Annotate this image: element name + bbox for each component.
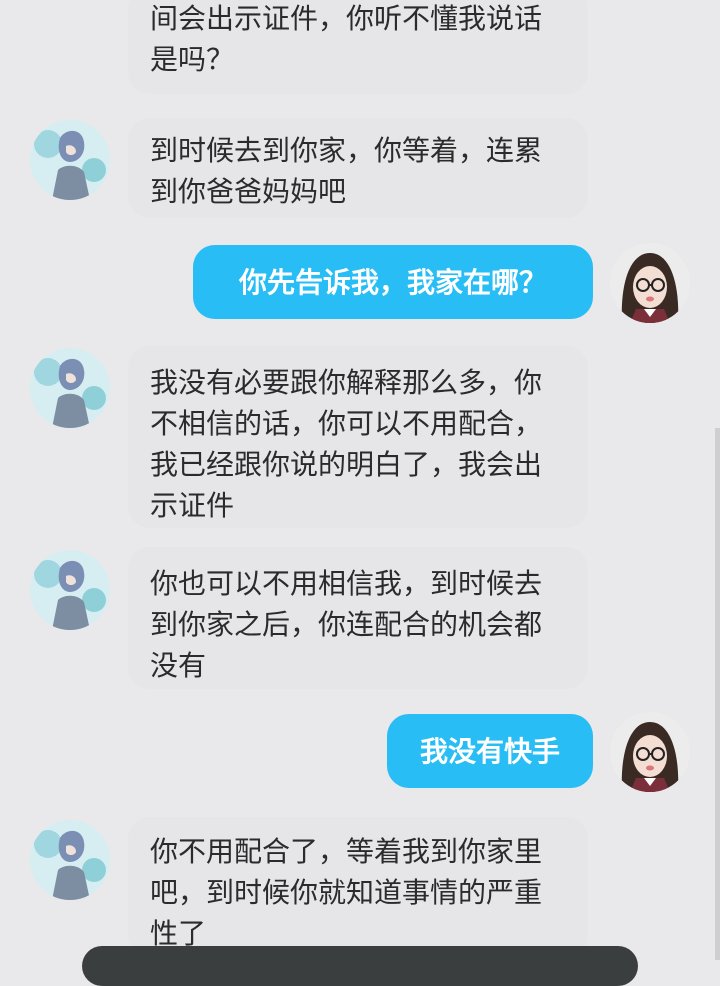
outgoing-message-bubble[interactable]: 我没有快手 [387,714,593,788]
message-text: 你先告诉我，我家在哪？ [238,265,547,299]
user-avatar-image [610,243,690,323]
contact-avatar-image [30,820,110,900]
contact-avatar[interactable] [30,550,110,630]
incoming-message-bubble[interactable]: 到时候去到你家，你等着，连累到你爸爸妈妈吧 [128,118,588,218]
contact-avatar-image [30,348,110,428]
outgoing-message-bubble[interactable]: 你先告诉我，我家在哪？ [193,245,593,319]
message-text: 到时候去到你家，你等着，连累到你爸爸妈妈吧 [150,134,543,208]
chat-thread[interactable]: 间会出示证件，你听不懂我说话是吗？ 到时候去到你家，你等着，连累到你爸爸妈妈吧 … [0,0,720,986]
message-text: 你也可以不用相信我，到时候去到你家之后，你连配合的机会都没有 [150,567,543,682]
contact-avatar[interactable] [30,120,110,200]
incoming-message-bubble[interactable]: 我没有必要跟你解释那么多，你不相信的话，你可以不用配合，我已经跟你说的明白了，我… [128,346,588,528]
contact-avatar[interactable] [30,820,110,900]
user-avatar-image [610,712,690,792]
user-avatar[interactable] [610,712,690,792]
contact-avatar[interactable] [30,348,110,428]
contact-avatar-image [30,550,110,630]
message-text: 你不用配合了，等着我到你家里吧，到时候你就知道事情的严重性了 [150,835,543,950]
message-text: 间会出示证件，你听不懂我说话是吗？ [150,2,543,76]
message-text: 我没有快手 [419,734,560,768]
scrollbar[interactable] [715,428,720,960]
bottom-overlay-bar[interactable] [82,946,638,986]
contact-avatar-image [30,120,110,200]
incoming-message-bubble[interactable]: 你不用配合了，等着我到你家里吧，到时候你就知道事情的严重性了 [128,817,588,957]
message-text: 我没有必要跟你解释那么多，你不相信的话，你可以不用配合，我已经跟你说的明白了，我… [150,366,543,522]
user-avatar[interactable] [610,243,690,323]
incoming-message-bubble[interactable]: 间会出示证件，你听不懂我说话是吗？ [128,0,588,94]
incoming-message-bubble[interactable]: 你也可以不用相信我，到时候去到你家之后，你连配合的机会都没有 [128,547,588,689]
